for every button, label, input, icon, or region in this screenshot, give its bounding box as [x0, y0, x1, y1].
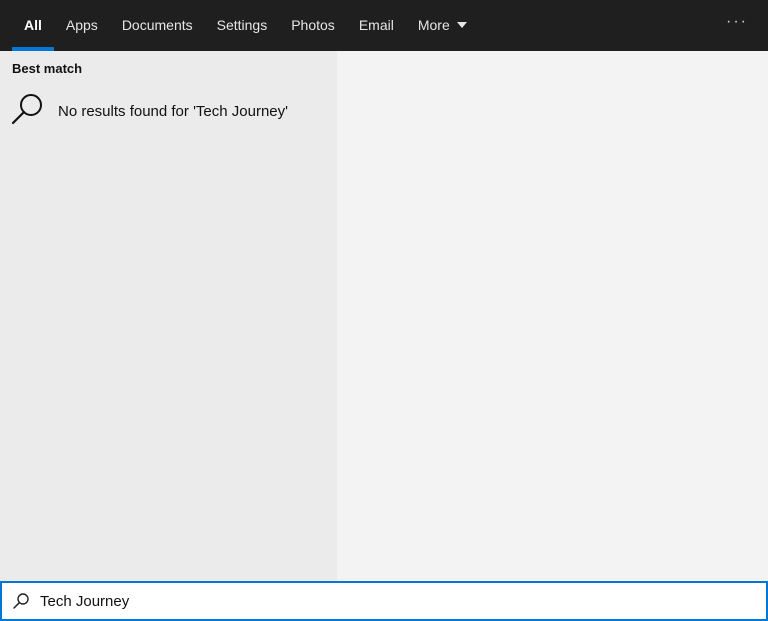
- tab-label: More: [417, 16, 450, 33]
- search-input[interactable]: [40, 586, 700, 616]
- tab-more[interactable]: More: [406, 0, 479, 51]
- tab-label: Photos: [291, 16, 335, 33]
- caret-down-icon: [456, 22, 467, 28]
- search-icon: [10, 91, 46, 132]
- tab-label: Documents: [121, 16, 193, 33]
- tab-apps[interactable]: Apps: [54, 0, 110, 51]
- ellipsis-icon[interactable]: ···: [726, 10, 748, 34]
- tab-label: Apps: [65, 16, 98, 33]
- tab-label: Email: [358, 16, 394, 33]
- no-results-item: No results found for 'Tech Journey': [10, 91, 288, 132]
- tab-documents[interactable]: Documents: [110, 0, 205, 51]
- tab-email[interactable]: Email: [347, 0, 406, 51]
- search-icon: [12, 592, 30, 610]
- search-box[interactable]: [0, 581, 768, 621]
- section-title: Best match: [12, 61, 83, 76]
- tab-all[interactable]: All: [12, 0, 54, 51]
- search-filter-bar: All Apps Documents Settings Photos Email…: [0, 0, 768, 51]
- tab-settings[interactable]: Settings: [205, 0, 280, 51]
- results-pane: Best match No results found for 'Tech Jo…: [0, 51, 337, 581]
- tab-label: Settings: [216, 16, 268, 33]
- tab-photos[interactable]: Photos: [279, 0, 347, 51]
- preview-pane: [337, 51, 768, 581]
- no-results-message: No results found for 'Tech Journey': [58, 103, 289, 120]
- tab-label: All: [24, 16, 42, 33]
